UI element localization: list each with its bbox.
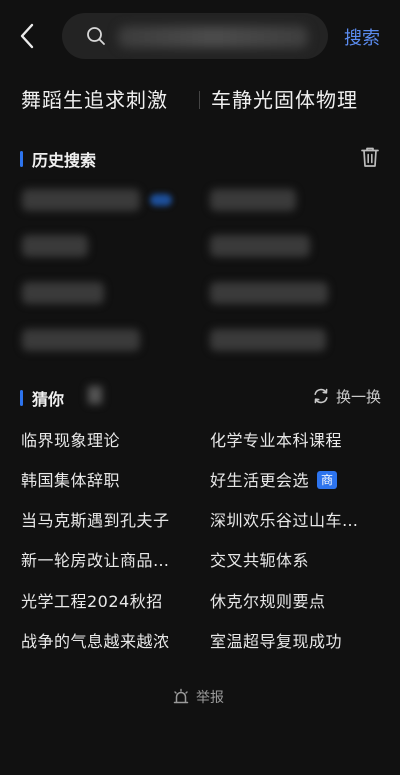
- section-accent-bar: [20, 390, 23, 406]
- guess-section-header: 猜你 换一换: [0, 385, 400, 411]
- guess-item[interactable]: 交叉共轭体系: [210, 547, 309, 571]
- history-item[interactable]: [22, 329, 140, 351]
- guess-item[interactable]: 光学工程2024秋招: [21, 588, 163, 612]
- history-section-header: 历史搜索: [0, 146, 400, 172]
- guess-title: 猜你: [32, 390, 65, 409]
- top-bar: 搜索: [0, 0, 400, 72]
- trash-icon: [361, 147, 379, 167]
- guess-item[interactable]: 临界现象理论: [21, 427, 120, 451]
- guess-title-blurred: [88, 386, 102, 404]
- history-item[interactable]: [210, 282, 328, 304]
- guess-item[interactable]: 化学专业本科课程: [210, 427, 342, 451]
- hot-keyword-right[interactable]: 车静光固体物理: [211, 84, 358, 113]
- guess-item[interactable]: 新一轮房改让商品…: [21, 547, 170, 571]
- clear-history-button[interactable]: [360, 146, 380, 168]
- shop-badge: 商: [317, 471, 338, 489]
- guess-item-with-badge[interactable]: 好生活更会选商: [210, 467, 338, 491]
- refresh-button[interactable]: 换一换: [312, 385, 381, 407]
- back-button[interactable]: [14, 22, 40, 50]
- search-box[interactable]: [62, 13, 328, 59]
- report-alarm-icon: [173, 688, 189, 704]
- guess-item[interactable]: 深圳欢乐谷过山车…: [210, 507, 359, 531]
- history-item[interactable]: [22, 235, 88, 257]
- history-item[interactable]: [22, 189, 140, 211]
- hot-divider: [199, 91, 200, 109]
- search-button[interactable]: 搜索: [344, 24, 380, 50]
- refresh-label: 换一换: [336, 387, 382, 406]
- guess-item[interactable]: 当马克斯遇到孔夫子: [21, 507, 170, 531]
- guess-item[interactable]: 韩国集体辞职: [21, 467, 120, 491]
- history-item[interactable]: [210, 189, 296, 211]
- search-input[interactable]: [118, 13, 308, 59]
- report-button[interactable]: 举报: [172, 686, 224, 708]
- history-item-tag: [150, 194, 172, 206]
- report-label: 举报: [196, 690, 224, 706]
- refresh-icon: [314, 388, 328, 404]
- guess-item[interactable]: 室温超导复现成功: [210, 628, 342, 652]
- history-item[interactable]: [210, 235, 310, 257]
- hot-keywords-row: 舞蹈生追求刺激 车静光固体物理: [0, 84, 400, 116]
- history-item[interactable]: [210, 329, 326, 351]
- guess-item[interactable]: 战争的气息越来越浓: [21, 628, 170, 652]
- chevron-left-icon: [20, 23, 34, 49]
- search-icon: [87, 27, 105, 45]
- hot-keyword-left[interactable]: 舞蹈生追求刺激: [21, 84, 168, 113]
- section-accent-bar: [20, 151, 23, 167]
- history-title: 历史搜索: [32, 151, 97, 170]
- history-item[interactable]: [22, 282, 104, 304]
- guess-item[interactable]: 休克尔规则要点: [210, 588, 326, 612]
- guess-item-label: 好生活更会选: [210, 471, 310, 490]
